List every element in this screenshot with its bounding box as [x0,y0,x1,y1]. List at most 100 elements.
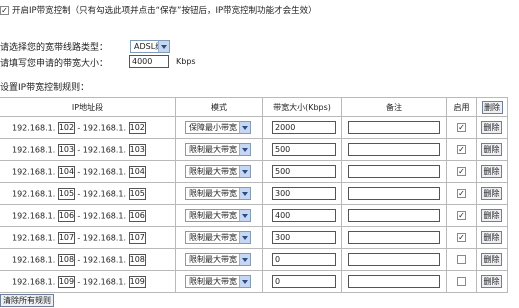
header-delete: 删除 [476,97,508,117]
delete-cell: 删除 [476,116,508,139]
mode-select[interactable]: 限制最大带宽 [185,143,251,156]
delete-cell: 删除 [476,160,508,183]
header-note: 备注 [341,97,447,117]
note-cell [341,138,447,161]
mode-select[interactable]: 保障最小带宽 [185,121,251,134]
note-input[interactable] [348,275,440,288]
bandwidth-value-input[interactable]: 0 [272,275,336,288]
mode-cell: 限制最大带宽 [175,160,263,183]
mode-select[interactable]: 限制最大带宽 [185,187,251,200]
clear-all-rules-button[interactable]: 清除所有规则 [0,294,54,307]
ip-end-input[interactable]: 108 [128,253,146,266]
check-mark-icon: ✓ [458,233,465,242]
bandwidth-cell: 2000 [262,116,342,139]
ip-start-input[interactable]: 107 [57,231,75,244]
check-mark-icon: ✓ [458,167,465,176]
bandwidth-value-input[interactable]: 400 [272,209,336,222]
enable-cell [446,270,477,293]
delete-button[interactable]: 删除 [481,165,502,178]
ip-range-cell: 192.168.1. 106 - 192.168.1. 106 [0,204,176,227]
note-input[interactable] [348,165,440,178]
mode-cell: 限制最大带宽 [175,270,263,293]
mode-select[interactable]: 限制最大带宽 [185,165,251,178]
ip-start-input[interactable]: 103 [57,143,75,156]
ip-end-input[interactable]: 106 [128,209,146,222]
ip-prefix-start: 192.168.1. [12,255,56,264]
bandwidth-value-input[interactable]: 300 [272,231,336,244]
table-row: 192.168.1. 103 - 192.168.1. 103 限制最大带宽 5… [0,138,508,161]
mode-value: 保障最小带宽 [189,123,237,132]
mode-select[interactable]: 限制最大带宽 [185,231,251,244]
ip-range-dash: - [77,255,81,264]
ip-end-input[interactable]: 109 [128,275,146,288]
delete-button[interactable]: 删除 [481,253,502,266]
ip-range-cell: 192.168.1. 105 - 192.168.1. 105 [0,182,176,205]
enable-cell [446,248,477,271]
enable-checkbox[interactable]: ✓ [457,189,466,198]
note-input[interactable] [348,231,440,244]
note-cell [341,160,447,183]
mode-select[interactable]: 限制最大带宽 [185,253,251,266]
note-input[interactable] [348,253,440,266]
ip-range-dash: - [77,123,81,132]
ip-prefix-start: 192.168.1. [12,277,56,286]
bandwidth-cell: 0 [262,270,342,293]
ip-range-dash: - [77,233,81,242]
delete-button[interactable]: 删除 [481,231,502,244]
ip-start-input[interactable]: 102 [57,121,75,134]
ip-range-dash: - [77,145,81,154]
enable-checkbox[interactable]: ✓ [457,211,466,220]
note-cell [341,204,447,227]
delete-button[interactable]: 删除 [481,209,502,222]
note-input[interactable] [348,209,440,222]
table-row: 192.168.1. 109 - 192.168.1. 109 限制最大带宽 0… [0,270,508,293]
ip-start-input[interactable]: 109 [57,275,75,288]
note-input[interactable] [348,187,440,200]
chevron-down-icon [158,41,169,52]
ip-start-input[interactable]: 104 [57,165,75,178]
bandwidth-value-input[interactable]: 500 [272,165,336,178]
header-delete-button[interactable]: 删除 [481,100,503,114]
note-cell [341,226,447,249]
mode-select[interactable]: 限制最大带宽 [185,209,251,222]
ip-end-input[interactable]: 107 [128,231,146,244]
bandwidth-cell: 300 [262,226,342,249]
chevron-down-icon [239,122,250,133]
ip-start-input[interactable]: 105 [57,187,75,200]
mode-value: 限制最大带宽 [189,167,237,176]
bandwidth-value-input[interactable]: 300 [272,187,336,200]
enable-checkbox[interactable]: ✓ [457,145,466,154]
bandwidth-value-input[interactable]: 0 [272,253,336,266]
delete-button[interactable]: 删除 [481,121,502,134]
ip-range-cell: 192.168.1. 109 - 192.168.1. 109 [0,270,176,293]
ip-start-input[interactable]: 106 [57,209,75,222]
bandwidth-value-input[interactable]: 500 [272,143,336,156]
table-header-row: IP地址段 模式 带宽大小(Kbps) 备注 启用 删除 [0,97,508,117]
ip-end-input[interactable]: 105 [128,187,146,200]
ip-start-input[interactable]: 108 [57,253,75,266]
chevron-down-icon [239,254,250,265]
ip-end-input[interactable]: 103 [128,143,146,156]
enable-checkbox[interactable] [457,277,466,286]
mode-cell: 限制最大带宽 [175,226,263,249]
ip-end-input[interactable]: 104 [128,165,146,178]
enable-checkbox[interactable] [457,255,466,264]
mode-value: 限制最大带宽 [189,233,237,242]
ip-prefix-start: 192.168.1. [12,189,56,198]
delete-button[interactable]: 删除 [481,143,502,156]
line-type-select[interactable]: ADSL线路 [130,40,170,53]
note-input[interactable] [348,121,440,134]
delete-button[interactable]: 删除 [481,275,502,288]
bandwidth-input[interactable]: 4000 [129,55,169,68]
chevron-down-icon [239,166,250,177]
enable-checkbox[interactable]: ✓ [457,233,466,242]
ip-end-input[interactable]: 102 [128,121,146,134]
mode-select[interactable]: 限制最大带宽 [185,275,251,288]
enable-cell: ✓ [446,138,477,161]
delete-button[interactable]: 删除 [481,187,502,200]
enable-checkbox[interactable]: ✓ [457,167,466,176]
enable-checkbox[interactable]: ✓ [457,123,466,132]
enable-bandwidth-control-checkbox[interactable]: ✓ [0,6,9,15]
bandwidth-value-input[interactable]: 2000 [272,121,336,134]
note-input[interactable] [348,143,440,156]
